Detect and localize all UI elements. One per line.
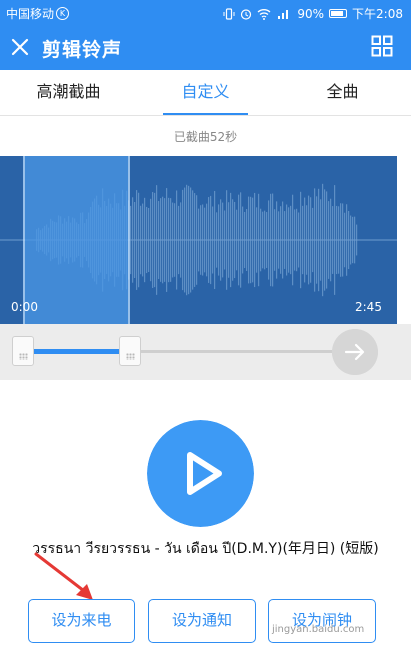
- tab-full-song[interactable]: 全曲: [274, 70, 411, 115]
- vibrate-icon: [223, 7, 235, 20]
- end-time-label: 2:45: [355, 300, 382, 314]
- page-title: 剪辑铃声: [42, 39, 123, 61]
- tab-climax[interactable]: 高潮截曲: [0, 70, 137, 115]
- handle-grip-icon: [126, 353, 135, 360]
- wifi-icon: [257, 8, 271, 20]
- handle-grip-icon: [19, 353, 28, 360]
- end-handle[interactable]: [119, 336, 141, 366]
- clip-duration-text: 已截曲52秒: [173, 130, 238, 144]
- play-button[interactable]: [147, 420, 254, 527]
- watermark: jingyan.baidu.com: [272, 624, 365, 635]
- start-time-label: 0:00: [11, 300, 38, 314]
- battery-icon: [329, 9, 348, 18]
- slider-fill: [20, 349, 130, 354]
- start-handle[interactable]: [12, 336, 34, 366]
- waveform-panel[interactable]: 0:00 2:45: [0, 156, 397, 324]
- status-left: 中国移动 K: [6, 5, 70, 22]
- status-time: 下午2:08: [352, 7, 403, 21]
- trim-slider: [0, 324, 411, 380]
- status-bar: 中国移动 K 90% 下午2:08: [0, 0, 411, 24]
- set-alarm-button[interactable]: 设为闹钟: [268, 599, 376, 643]
- signal-icon: [278, 9, 289, 19]
- close-icon[interactable]: [6, 33, 34, 61]
- carrier-badge: K: [56, 7, 70, 20]
- carrier-name: 中国移动: [6, 7, 55, 21]
- status-right: 90% 下午2:08: [223, 5, 403, 22]
- battery-percent: 90%: [297, 6, 325, 21]
- app-bar: 剪辑铃声: [0, 24, 411, 70]
- set-notification-button[interactable]: 设为通知: [148, 599, 256, 643]
- alarm-icon: [241, 8, 252, 20]
- tab-custom[interactable]: 自定义: [137, 70, 274, 115]
- tab-bar: 高潮截曲 自定义 全曲: [0, 70, 411, 116]
- next-arrow-icon[interactable]: [332, 329, 378, 375]
- selection-region[interactable]: [23, 156, 130, 324]
- grid-icon[interactable]: [371, 35, 393, 57]
- set-ringtone-button[interactable]: 设为来电: [28, 599, 135, 643]
